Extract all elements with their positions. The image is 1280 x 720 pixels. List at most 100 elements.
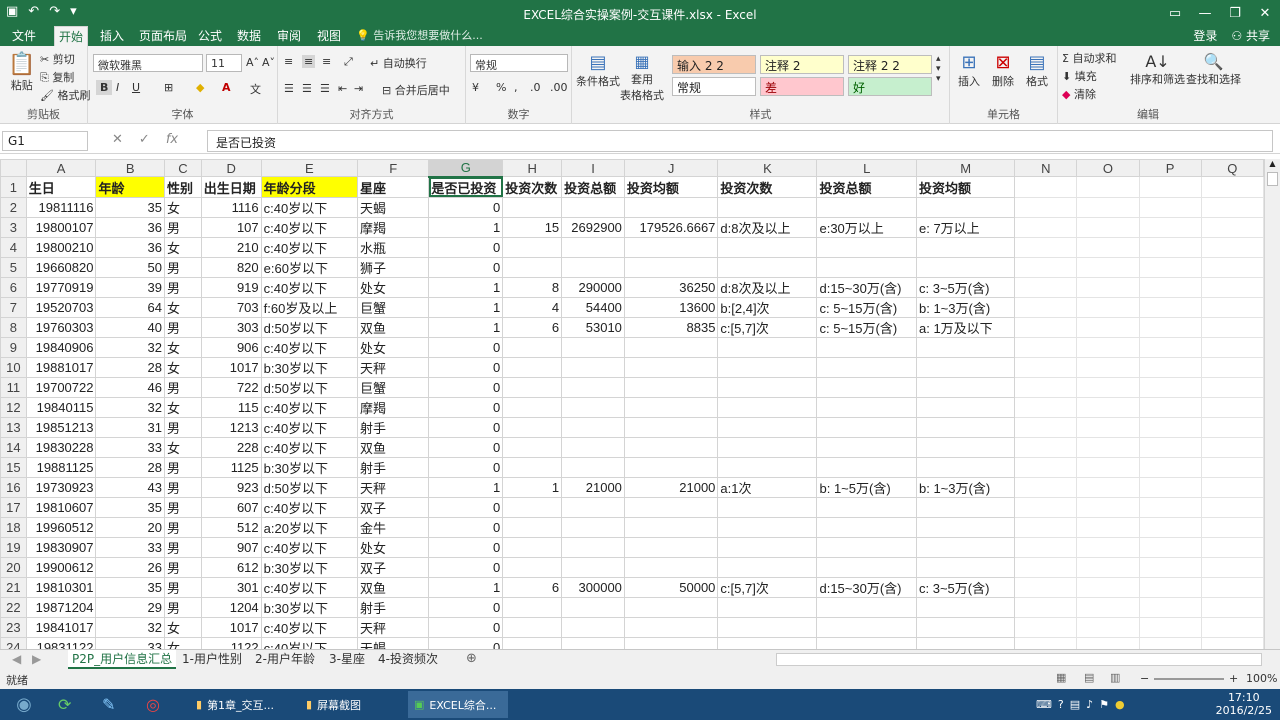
cell[interactable]: 612 bbox=[200, 556, 262, 578]
align-middle-icon[interactable]: ≡ bbox=[302, 55, 316, 68]
cell[interactable]: 1017 bbox=[200, 356, 262, 378]
cell[interactable] bbox=[1076, 376, 1140, 398]
taskbar-chrome[interactable]: ◎ bbox=[140, 691, 166, 718]
column-header[interactable]: K bbox=[717, 159, 818, 178]
cell[interactable] bbox=[1014, 436, 1078, 458]
cell[interactable] bbox=[1014, 416, 1078, 438]
cell[interactable]: 女 bbox=[164, 396, 202, 418]
cell[interactable]: 天蝎 bbox=[356, 636, 430, 649]
cell[interactable] bbox=[1138, 236, 1202, 258]
cell[interactable]: d:50岁以下 bbox=[260, 316, 358, 338]
row-header[interactable]: 22 bbox=[0, 596, 27, 618]
cell[interactable]: 0 bbox=[428, 536, 504, 558]
cell[interactable] bbox=[1076, 556, 1140, 578]
cell[interactable] bbox=[502, 556, 563, 578]
cell[interactable] bbox=[561, 416, 625, 438]
cell[interactable] bbox=[1200, 276, 1264, 298]
sheet-tab-gender[interactable]: 1-用户性别 bbox=[178, 650, 246, 669]
increase-decimal-icon[interactable]: .0 bbox=[530, 81, 541, 94]
cell[interactable] bbox=[1138, 476, 1202, 498]
cell[interactable]: 19840906 bbox=[25, 336, 97, 358]
delete-cells-button[interactable]: ⊠ 删除 bbox=[992, 52, 1014, 89]
cell[interactable]: 6 bbox=[502, 576, 563, 598]
cell[interactable]: b:30岁以下 bbox=[260, 596, 358, 618]
row-header[interactable]: 17 bbox=[0, 496, 27, 518]
row-header[interactable]: 9 bbox=[0, 336, 27, 358]
cell[interactable] bbox=[915, 636, 1016, 649]
cell[interactable]: e:60岁以下 bbox=[260, 256, 358, 278]
cell[interactable] bbox=[1076, 516, 1140, 538]
cell[interactable]: 双鱼 bbox=[356, 436, 430, 458]
row-header[interactable]: 14 bbox=[0, 436, 27, 458]
italic-button[interactable]: I bbox=[116, 81, 119, 94]
cell[interactable] bbox=[1076, 496, 1140, 518]
align-right-icon[interactable]: ☰ bbox=[320, 82, 330, 95]
cell[interactable] bbox=[717, 336, 818, 358]
sort-filter-button[interactable]: A↓ 排序和筛选 bbox=[1130, 52, 1185, 87]
row-header[interactable]: 15 bbox=[0, 456, 27, 478]
cell[interactable] bbox=[1014, 396, 1078, 418]
cell[interactable] bbox=[502, 436, 563, 458]
cell[interactable] bbox=[1200, 236, 1264, 258]
cell[interactable]: 26 bbox=[95, 556, 166, 578]
zoom-in-icon[interactable]: + bbox=[1229, 672, 1238, 685]
cell[interactable] bbox=[816, 336, 917, 358]
cell[interactable]: 1 bbox=[428, 316, 504, 338]
copy-button[interactable]: ⎘ 复制 bbox=[40, 69, 74, 85]
cell[interactable]: 0 bbox=[428, 236, 504, 258]
cell[interactable]: 28 bbox=[95, 356, 166, 378]
cell[interactable] bbox=[561, 556, 625, 578]
row-header[interactable]: 5 bbox=[0, 256, 27, 278]
cell[interactable]: 4 bbox=[502, 296, 563, 318]
cell[interactable] bbox=[915, 616, 1016, 638]
cell[interactable]: 2692900 bbox=[561, 216, 625, 238]
name-box[interactable]: G1 bbox=[2, 131, 88, 151]
cell[interactable] bbox=[717, 496, 818, 518]
cell[interactable] bbox=[717, 516, 818, 538]
cell[interactable] bbox=[717, 556, 818, 578]
cell[interactable]: 天秤 bbox=[356, 616, 430, 638]
cell[interactable] bbox=[1138, 376, 1202, 398]
cell[interactable] bbox=[1138, 536, 1202, 558]
cell[interactable] bbox=[623, 236, 719, 258]
cell[interactable] bbox=[1138, 396, 1202, 418]
cell[interactable] bbox=[1014, 576, 1078, 598]
taskbar-folder-1[interactable]: ▮ 第1章_交互... bbox=[190, 691, 290, 718]
cell[interactable] bbox=[1200, 556, 1264, 578]
cell[interactable] bbox=[561, 636, 625, 649]
cell[interactable]: 女 bbox=[164, 436, 202, 458]
cell[interactable] bbox=[915, 436, 1016, 458]
tab-insert[interactable]: 插入 bbox=[96, 26, 128, 46]
volume-icon[interactable]: ♪ bbox=[1086, 698, 1093, 711]
row-header[interactable]: 6 bbox=[0, 276, 27, 298]
cell[interactable] bbox=[816, 256, 917, 278]
cell[interactable]: c: 3~5万(含) bbox=[915, 276, 1016, 298]
cell[interactable]: 300000 bbox=[561, 576, 625, 598]
cell[interactable]: c: 5~15万(含) bbox=[816, 296, 917, 318]
insert-cells-button[interactable]: ⊞ 插入 bbox=[958, 52, 980, 89]
cell[interactable]: 男 bbox=[164, 456, 202, 478]
cell[interactable] bbox=[623, 456, 719, 478]
row-header[interactable]: 19 bbox=[0, 536, 27, 558]
cell[interactable]: 46 bbox=[95, 376, 166, 398]
cell[interactable] bbox=[717, 536, 818, 558]
cell[interactable]: 1213 bbox=[200, 416, 262, 438]
column-header[interactable]: O bbox=[1076, 159, 1140, 178]
cell[interactable] bbox=[1200, 456, 1264, 478]
cell[interactable]: b:30岁以下 bbox=[260, 556, 358, 578]
cell[interactable]: 0 bbox=[428, 416, 504, 438]
cell[interactable] bbox=[1138, 596, 1202, 618]
comma-icon[interactable]: , bbox=[514, 81, 518, 94]
cell[interactable] bbox=[623, 536, 719, 558]
cell[interactable]: 19881125 bbox=[25, 456, 97, 478]
cell[interactable] bbox=[1014, 216, 1078, 238]
cell[interactable]: 19830907 bbox=[25, 536, 97, 558]
cell[interactable]: 投资总额 bbox=[561, 176, 625, 198]
cell[interactable] bbox=[1138, 456, 1202, 478]
cell[interactable]: 19851213 bbox=[25, 416, 97, 438]
cell[interactable] bbox=[1138, 216, 1202, 238]
cell[interactable]: a:1次 bbox=[717, 476, 818, 498]
add-sheet-icon[interactable]: ⊕ bbox=[466, 651, 477, 666]
cell[interactable]: 21000 bbox=[561, 476, 625, 498]
column-header[interactable]: Q bbox=[1200, 159, 1264, 178]
